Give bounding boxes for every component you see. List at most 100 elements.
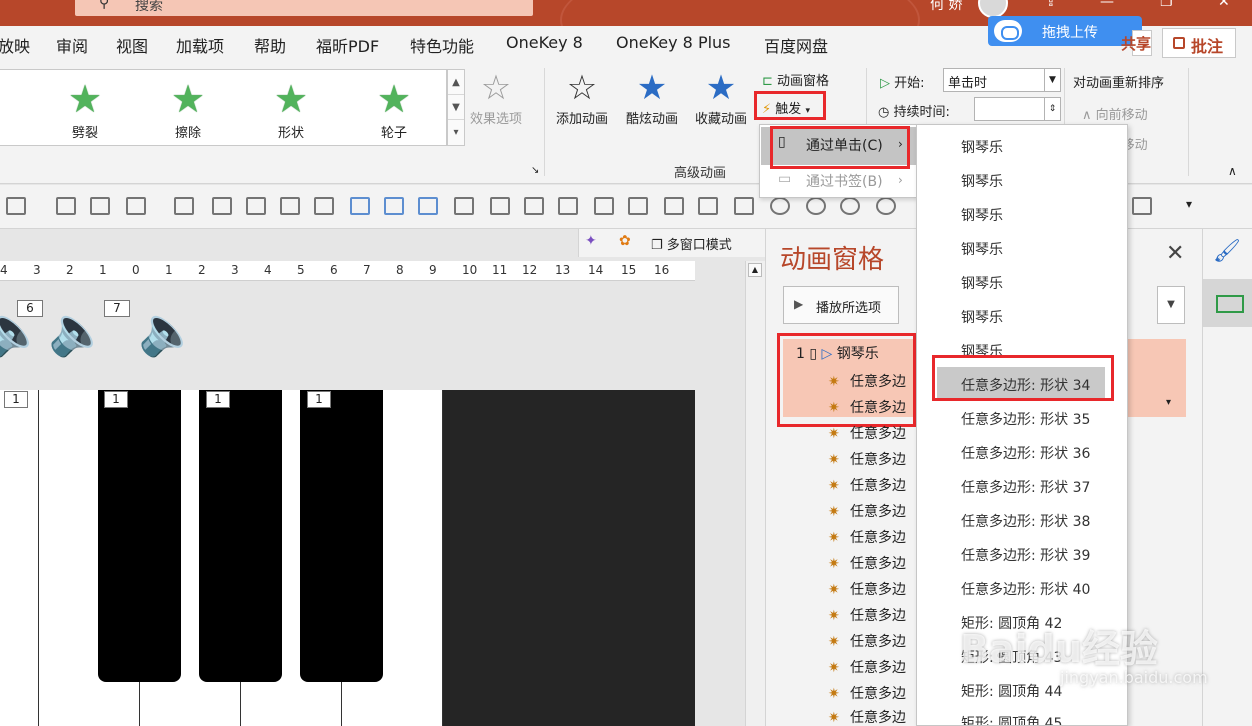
animation-item[interactable]: ✷ 任意多边: [828, 371, 906, 397]
media-icon[interactable]: [384, 197, 404, 215]
gallery-more-icon[interactable]: ▾: [448, 120, 464, 145]
gallery-scroll[interactable]: ▲ ▼ ▾: [447, 69, 465, 146]
merge-shape-icon[interactable]: [806, 197, 826, 215]
animation-item[interactable]: ✷ 任意多边: [828, 631, 906, 657]
animation-item[interactable]: ✷ 任意多边: [828, 657, 906, 683]
animation-item[interactable]: ✷ 任意多边: [828, 605, 906, 631]
magic-icon[interactable]: ✦: [585, 233, 597, 249]
animation-pane-toggle[interactable]: [1203, 279, 1252, 327]
multi-window-button[interactable]: ❐ 多窗口模式: [651, 234, 732, 253]
merge-shape-icon[interactable]: [840, 197, 860, 215]
align-middle-icon[interactable]: [558, 197, 578, 215]
tab-view[interactable]: 视图: [116, 33, 148, 57]
distribute-icon[interactable]: [664, 197, 684, 215]
edit-shape-icon[interactable]: [454, 197, 474, 215]
format-brush-icon[interactable]: 🖌: [1213, 239, 1241, 264]
black-key[interactable]: [300, 390, 383, 682]
effect-options-button[interactable]: ☆ 效果选项: [470, 68, 522, 127]
shape-option[interactable]: 矩形: 圆顶角 45: [961, 713, 1062, 725]
chart-icon[interactable]: [490, 197, 510, 215]
search-box[interactable]: ⚲ 搜索: [75, 0, 533, 16]
black-key[interactable]: [98, 390, 181, 682]
animation-item[interactable]: ✷ 任意多边: [828, 397, 906, 423]
minimize-icon[interactable]: —: [1100, 0, 1114, 10]
gallery-up-icon[interactable]: ▲: [448, 70, 464, 95]
gallery-down-icon[interactable]: ▼: [448, 95, 464, 120]
gear-icon[interactable]: ✿: [619, 233, 631, 249]
tab-foxit-pdf[interactable]: 福昕PDF: [316, 33, 379, 57]
group-icon[interactable]: [1132, 197, 1152, 215]
tab-slideshow[interactable]: 放映: [0, 33, 30, 57]
speaker-icon[interactable]: 🔈: [48, 302, 108, 359]
align-top-icon[interactable]: [524, 197, 544, 215]
merge-shape-icon[interactable]: [876, 197, 896, 215]
toolbar-more-icon[interactable]: ▾: [1186, 197, 1192, 211]
shape-option[interactable]: 任意多边形: 形状 36: [961, 443, 1090, 463]
shape-icon[interactable]: [418, 197, 438, 215]
drag-upload-button[interactable]: 拖拽上传: [988, 16, 1142, 46]
tab-baidu-netdisk[interactable]: 百度网盘: [764, 33, 828, 57]
start-select[interactable]: 单击时 ▼: [943, 68, 1061, 92]
animation-item[interactable]: ✷ 任意多边: [828, 683, 906, 709]
animation-item[interactable]: ✷ 任意多边: [828, 527, 906, 553]
animation-item[interactable]: ✷ 任意多边: [828, 707, 906, 726]
play-selected-button[interactable]: ▶ 播放所选项: [783, 286, 899, 324]
dialog-launcher-icon[interactable]: ↘: [531, 165, 539, 176]
pane-options-dropdown[interactable]: ▼: [1157, 286, 1185, 324]
tab-help[interactable]: 帮助: [254, 33, 286, 57]
scroll-up-icon[interactable]: ▲: [748, 263, 762, 277]
animation-item[interactable]: ✷ 任意多边: [828, 449, 906, 475]
distribute-icon[interactable]: [698, 197, 718, 215]
animation-item[interactable]: ✷ 任意多边: [828, 501, 906, 527]
arrow-icon[interactable]: [212, 197, 232, 215]
comment-button[interactable]: 批注: [1162, 28, 1236, 58]
shape-option[interactable]: 矩形: 圆顶角 44: [961, 681, 1062, 701]
table-icon[interactable]: [126, 197, 146, 215]
share-button[interactable]: 共享: [1121, 30, 1152, 56]
shape-option[interactable]: 钢琴乐: [961, 171, 1003, 191]
move-earlier-button[interactable]: ∧ 向前移动: [1082, 104, 1148, 123]
shape-option[interactable]: 钢琴乐: [961, 239, 1003, 259]
shape-option[interactable]: 钢琴乐: [961, 137, 1003, 157]
shape-option[interactable]: 钢琴乐: [961, 205, 1003, 225]
collapse-ribbon-icon[interactable]: ∧: [1228, 164, 1237, 178]
animation-item[interactable]: ✷ 任意多边: [828, 579, 906, 605]
textbox-icon[interactable]: [246, 197, 266, 215]
textbox-icon[interactable]: [280, 197, 300, 215]
shape-option[interactable]: 钢琴乐: [961, 273, 1003, 293]
close-icon[interactable]: ✕: [1166, 241, 1184, 266]
animation-item-trigger[interactable]: 1 ▯ ▷ 钢琴乐: [796, 343, 879, 363]
effect-wheel[interactable]: ★ 轮子: [359, 78, 429, 141]
merge-shape-icon[interactable]: [770, 197, 790, 215]
add-animation-button[interactable]: ☆ 添加动画: [556, 68, 608, 127]
slide-scrollbar[interactable]: ▲: [745, 261, 765, 726]
animation-item[interactable]: ✷ 任意多边: [828, 475, 906, 501]
trigger-on-bookmark-item[interactable]: 通过书签(B): [806, 171, 883, 191]
close-window-icon[interactable]: ✕: [1218, 0, 1230, 10]
cool-animation-button[interactable]: ★ 酷炫动画: [626, 68, 678, 127]
favorite-animation-button[interactable]: ★ 收藏动画: [695, 68, 747, 127]
animation-item[interactable]: ✷ 任意多边: [828, 553, 906, 579]
restore-icon[interactable]: ❐: [1160, 0, 1173, 10]
distribute-icon[interactable]: [628, 197, 648, 215]
animation-item[interactable]: ✷ 任意多边: [828, 423, 906, 449]
shape-option[interactable]: 任意多边形: 形状 39: [961, 545, 1090, 565]
effect-wipe[interactable]: ★ 擦除: [153, 78, 223, 141]
shape-option[interactable]: 钢琴乐: [961, 307, 1003, 327]
shape-option[interactable]: 任意多边形: 形状 40: [961, 579, 1090, 599]
grid-icon[interactable]: [174, 197, 194, 215]
black-key[interactable]: [199, 390, 282, 682]
textbox-icon[interactable]: [314, 197, 334, 215]
distribute-icon[interactable]: [734, 197, 754, 215]
text-a-icon[interactable]: [350, 197, 370, 215]
tab-addins[interactable]: 加载项: [176, 33, 224, 57]
shape-option[interactable]: 任意多边形: 形状 37: [961, 477, 1090, 497]
effect-split[interactable]: ★ 劈裂: [50, 78, 120, 141]
tab-review[interactable]: 审阅: [56, 33, 88, 57]
align-left-icon[interactable]: [56, 197, 76, 215]
animation-pane-button[interactable]: ⊏ 动画窗格: [762, 70, 829, 89]
tab-onekey-8[interactable]: OneKey 8: [506, 33, 583, 52]
tab-onekey-8-plus[interactable]: OneKey 8 Plus: [616, 33, 731, 52]
ribbon-display-icon[interactable]: ⇪: [1045, 0, 1057, 10]
shape-option[interactable]: 任意多边形: 形状 35: [961, 409, 1090, 429]
